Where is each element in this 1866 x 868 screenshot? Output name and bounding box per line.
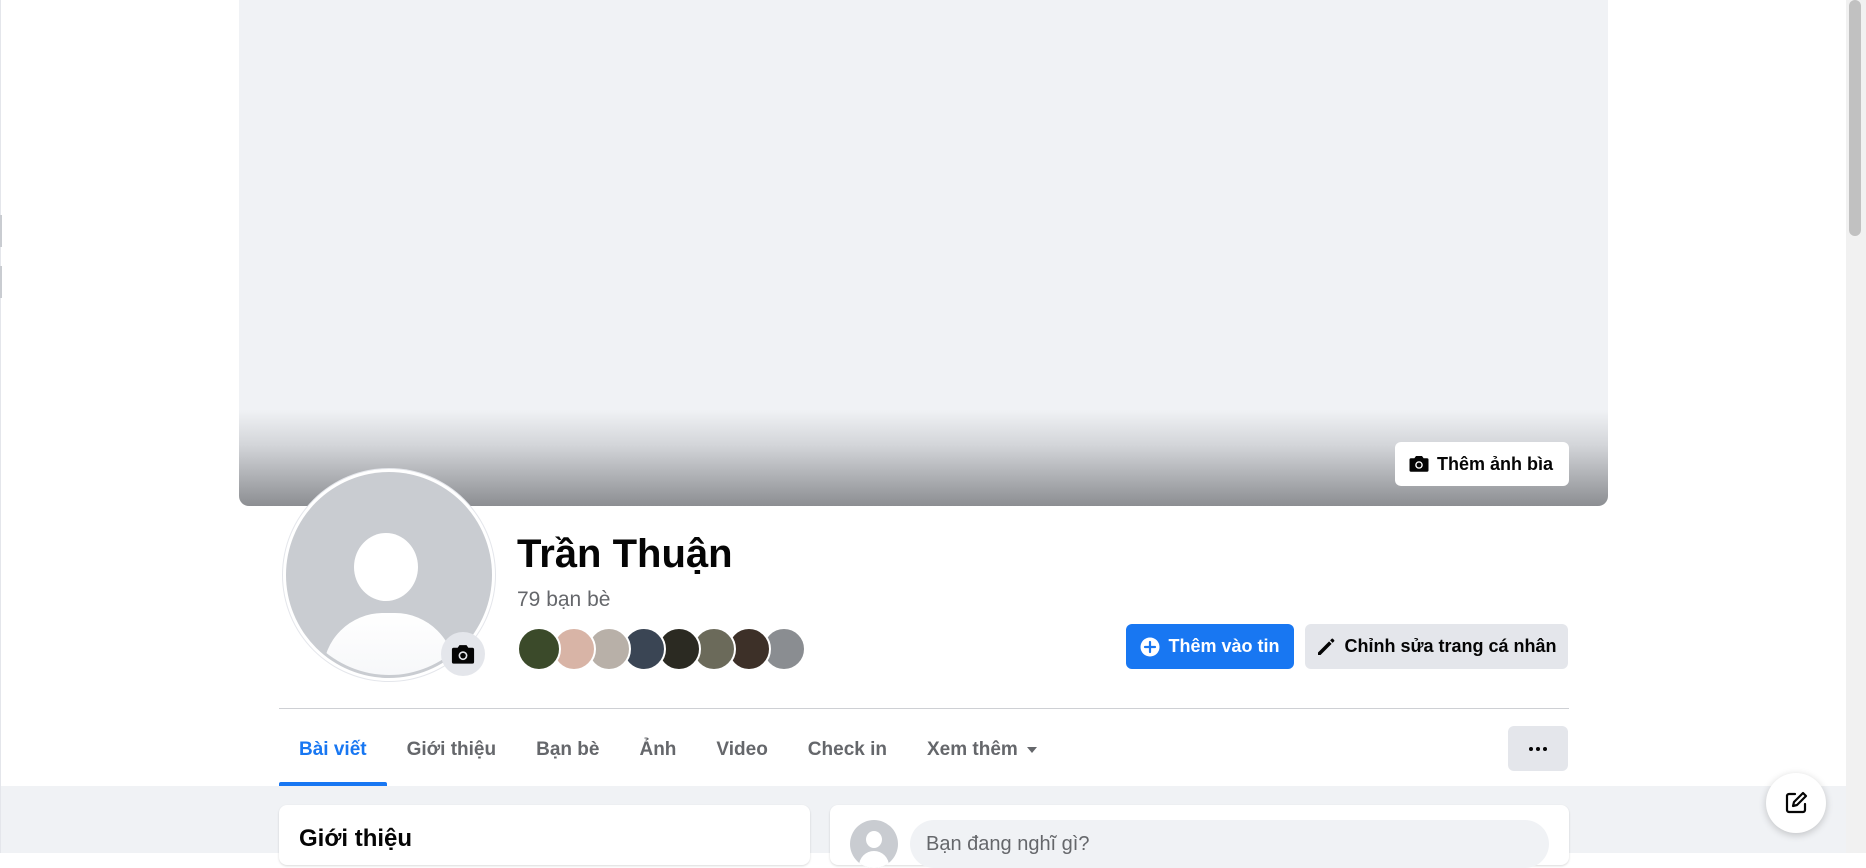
tab-label: Check in [807,739,887,760]
tab-label: Video [716,739,768,760]
caret-down-icon [1026,746,1038,754]
tab-friends[interactable]: Bạn bè [516,714,619,786]
tab-posts[interactable]: Bài viết [279,714,387,786]
friend-avatars-list [517,627,817,671]
post-composer-input[interactable]: Bạn đang nghĩ gì? [910,820,1549,868]
intro-title: Giới thiệu [299,825,413,852]
more-options-button[interactable] [1508,726,1568,771]
plus-circle-icon [1140,637,1160,657]
tab-about[interactable]: Giới thiệu [387,714,517,786]
add-cover-photo-button[interactable]: Thêm ảnh bìa [1394,442,1569,486]
compose-icon [1783,790,1809,816]
pencil-icon [1316,637,1336,657]
tab-videos[interactable]: Video [696,714,787,786]
add-cover-photo-label: Thêm ảnh bìa [1436,453,1553,474]
camera-icon [451,644,475,665]
add-to-story-button[interactable]: Thêm vào tin [1126,624,1294,669]
left-edge [0,0,1,853]
ellipsis-icon [1529,746,1547,751]
add-to-story-label: Thêm vào tin [1168,636,1280,656]
edit-profile-button[interactable]: Chỉnh sửa trang cá nhân [1305,624,1568,669]
tab-label: Ảnh [639,739,677,760]
tab-more[interactable]: Xem thêm [907,714,1058,786]
new-message-button[interactable] [1766,773,1826,833]
friend-avatar[interactable] [517,627,561,671]
tab-label: Giới thiệu [406,739,497,760]
profile-name: Trần Thuận [517,532,733,576]
tab-label: Bạn bè [536,739,600,760]
tab-check-ins[interactable]: Check in [788,714,907,786]
left-edge-mark [0,215,2,247]
header-divider [279,708,1569,709]
cover-photo: Thêm ảnh bìa [239,0,1608,506]
camera-icon [1409,455,1429,473]
scrollbar-thumb[interactable] [1849,0,1861,236]
tab-photos[interactable]: Ảnh [619,714,696,786]
tab-label: Bài viết [299,739,367,760]
profile-tabs: Bài viết Giới thiệu Bạn bè Ảnh Video Che… [279,714,1058,786]
tab-label: Xem thêm [927,739,1018,760]
left-edge-mark [0,266,2,298]
friends-count-link[interactable]: 79 bạn bè [517,588,610,612]
intro-card: Giới thiệu [279,805,810,865]
post-composer-card: Bạn đang nghĩ gì? [830,805,1569,868]
edit-profile-label: Chỉnh sửa trang cá nhân [1344,636,1557,656]
update-profile-picture-button[interactable] [441,632,485,676]
user-avatar-icon[interactable] [850,820,898,868]
